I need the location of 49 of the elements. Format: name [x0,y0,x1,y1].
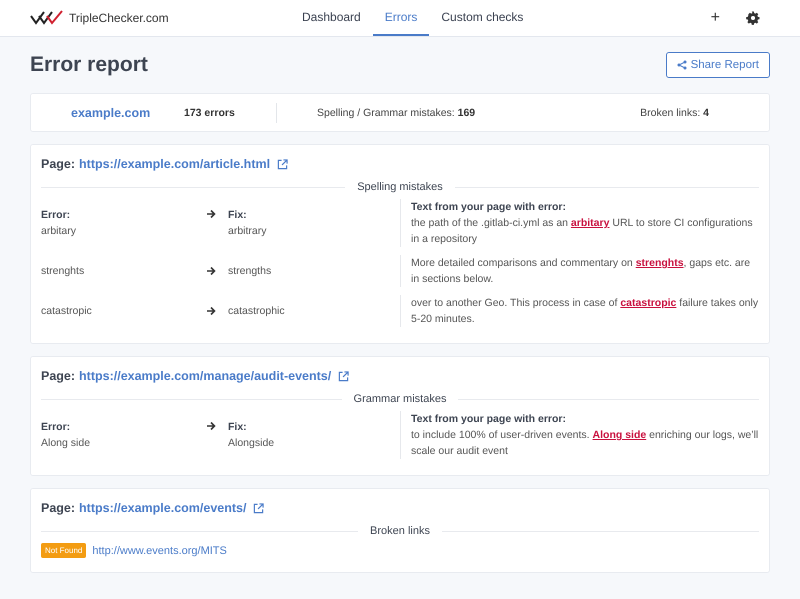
status-badge: Not Found [41,543,86,558]
fix-word: strengths [228,264,272,279]
error-word: Along side [41,436,92,451]
page-link[interactable]: https://example.com/manage/audit-events/ [79,369,332,383]
page-label: Page: [41,369,76,383]
page-link[interactable]: https://example.com/events/ [79,501,246,515]
fix-word: arbitrary [228,224,268,239]
context-text: More detailed comparisons and commentary on strenghts, gaps etc. are in sections below. [411,256,752,287]
broken-links-stat: Broken links: 4 [640,106,709,118]
nav-tab[interactable]: Dashboard [290,0,373,36]
page-label: Page: [41,501,76,515]
error-word: strenghts [41,264,86,279]
context-label: Text from your page with error: [411,412,567,427]
fix-label: Fix: [228,420,248,435]
context-text: to include 100% of user-driven events. Along side enriching our logs, we’ll scale our audit event [411,428,759,459]
error-word: arbitary [41,224,78,239]
fix-label: Fix: [228,208,248,223]
share-report-button[interactable]: Share Report [666,52,770,78]
page-title: Error report [30,53,148,77]
section-heading: Spelling mistakes [357,181,443,193]
error-word: catastropic [41,304,93,319]
spelling-stat: Spelling / Grammar mistakes: 169 [317,106,476,118]
context-text: the path of the .gitlab-ci.yml as an arbitary URL to store CI configurations in a repository [411,216,754,247]
external-link-icon[interactable] [338,370,350,382]
arrow-icon [206,209,216,219]
site-link[interactable]: example.com [71,106,184,120]
context-label: Text from your page with error: [411,200,567,215]
fix-word: Alongside [228,436,276,451]
nav-tab[interactable]: Custom checks [429,0,536,36]
add-button[interactable]: + [710,9,720,27]
nav-tab[interactable]: Errors [372,0,430,36]
arrow-icon [206,266,216,276]
section-heading: Broken links [370,525,430,537]
share-icon [676,60,687,70]
settings-icon[interactable] [746,11,760,25]
external-link-icon[interactable] [253,502,264,514]
error-count: 173 errors [184,106,236,118]
section-heading: Grammar mistakes [354,393,446,405]
page-link[interactable]: https://example.com/article.html [79,157,270,171]
fix-word: catastrophic [228,304,286,319]
arrow-icon [206,421,216,431]
external-link-icon[interactable] [277,158,288,170]
brand-name[interactable]: TripleChecker.com [69,11,169,25]
error-label: Error: [41,208,72,223]
broken-link[interactable]: http://www.events.org/MITS [92,544,227,556]
error-label: Error: [41,420,72,435]
arrow-icon [206,306,216,316]
page-label: Page: [41,157,76,171]
context-text: over to another Geo. This process in case of catastropic failure takes only 5-20 minutes. [411,296,759,327]
